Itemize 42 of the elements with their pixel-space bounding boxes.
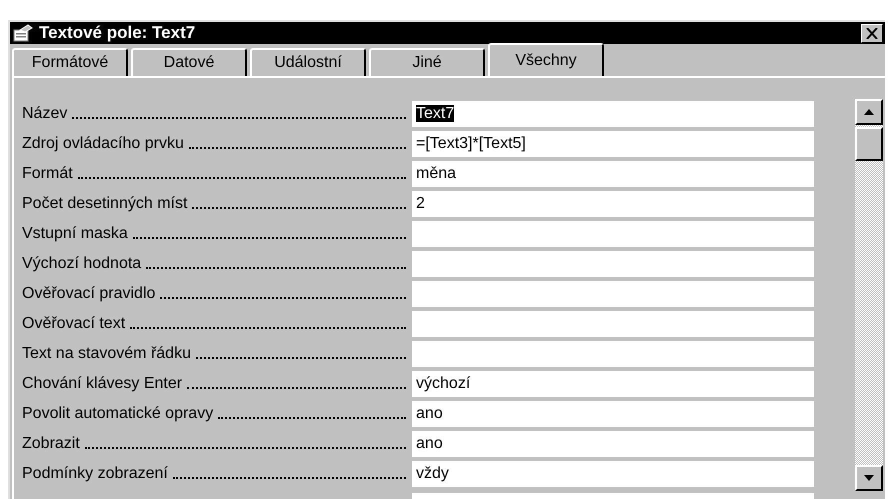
property-field[interactable]: 2 bbox=[412, 191, 814, 217]
scrollbar[interactable] bbox=[855, 99, 883, 491]
property-field[interactable] bbox=[412, 311, 814, 337]
up-arrow-icon bbox=[864, 109, 874, 115]
property-label: Ověřovací text bbox=[22, 314, 126, 334]
property-field[interactable] bbox=[412, 493, 814, 499]
tab[interactable]: Událostní bbox=[250, 48, 366, 76]
property-field[interactable]: měna bbox=[412, 161, 814, 187]
property-label: Počet desetinných míst bbox=[22, 194, 188, 214]
property-label: Výchozí hodnota bbox=[22, 254, 142, 274]
tab[interactable]: Všechny bbox=[488, 43, 604, 76]
tab[interactable]: Jiné bbox=[369, 48, 485, 76]
property-label: Vstupní maska bbox=[22, 224, 128, 244]
property-label: Chování klávesy Enter bbox=[22, 374, 182, 394]
property-field[interactable]: ano bbox=[412, 431, 814, 457]
property-field[interactable]: vždy bbox=[412, 461, 814, 487]
property-field[interactable]: =[Text3]*[Text5] bbox=[412, 131, 814, 157]
properties-icon bbox=[13, 24, 33, 42]
property-field[interactable]: Text7 bbox=[412, 101, 814, 127]
property-label: Zobrazit bbox=[22, 434, 80, 454]
property-label: Podmínky zobrazení bbox=[22, 464, 168, 484]
property-label: Zdroj ovládacího prvku bbox=[22, 134, 184, 154]
property-field[interactable] bbox=[412, 281, 814, 307]
property-label: Text na stavovém řádku bbox=[22, 344, 191, 364]
down-arrow-icon bbox=[864, 475, 874, 481]
property-field[interactable] bbox=[412, 341, 814, 367]
property-field[interactable]: ano bbox=[412, 401, 814, 427]
property-field[interactable]: výchozí bbox=[412, 371, 814, 397]
property-label: Ověřovací pravidlo bbox=[22, 284, 156, 304]
property-field[interactable] bbox=[412, 251, 814, 277]
window-title: Textové pole: Text7 bbox=[39, 23, 196, 43]
scroll-down-button[interactable] bbox=[855, 465, 883, 491]
scrollbar-thumb[interactable] bbox=[855, 127, 883, 161]
property-label: Formát bbox=[22, 164, 73, 184]
tab[interactable]: Datové bbox=[131, 48, 247, 76]
property-label: Povolit automatické opravy bbox=[22, 404, 214, 424]
close-icon bbox=[866, 28, 878, 38]
scroll-up-button[interactable] bbox=[855, 99, 883, 125]
close-button[interactable] bbox=[861, 24, 883, 42]
tab[interactable]: Formátové bbox=[12, 48, 128, 76]
property-label: Název bbox=[22, 104, 68, 124]
property-field[interactable] bbox=[412, 221, 814, 247]
